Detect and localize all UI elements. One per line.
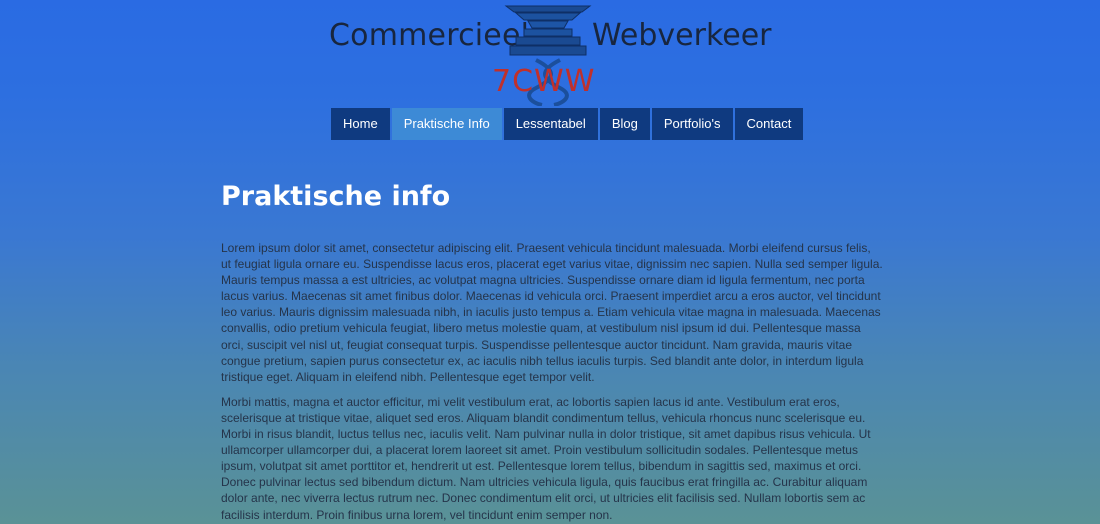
page-title: Praktische info xyxy=(221,181,451,212)
brand-name-right: Webverkeer xyxy=(592,18,772,53)
body-paragraph: Lorem ipsum dolor sit amet, consectetur … xyxy=(221,241,883,384)
main-content: Praktische info Lorem ipsum dolor sit am… xyxy=(221,178,883,524)
nav-item-blog[interactable]: Blog xyxy=(599,108,650,140)
nav-item-praktische-info[interactable]: Praktische Info xyxy=(391,108,502,140)
body-paragraph: Morbi mattis, magna et auctor efficitur,… xyxy=(221,394,871,522)
brand-name-left: Commercieel xyxy=(329,18,530,53)
main-nav: Home Praktische Info Lessentabel Blog Po… xyxy=(331,108,805,140)
nav-item-lessentabel[interactable]: Lessentabel xyxy=(503,108,598,140)
nav-item-contact[interactable]: Contact xyxy=(734,108,804,140)
logo-code: 7CWW xyxy=(492,64,596,99)
nav-item-portfolios[interactable]: Portfolio's xyxy=(651,108,733,140)
site-header: Commercieel 7CWW Webverkeer xyxy=(0,0,1100,108)
nav-item-home[interactable]: Home xyxy=(331,108,390,140)
